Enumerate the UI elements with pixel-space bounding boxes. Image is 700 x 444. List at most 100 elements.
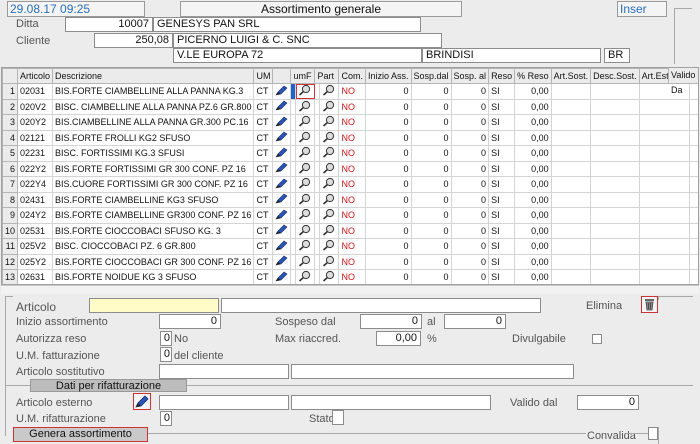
cell-sospdal[interactable]: 0 [410,83,452,100]
cell-artsost[interactable] [550,238,592,255]
cell-inizio[interactable]: 0 [364,222,412,239]
table-row[interactable]: 6 022Y2 BIS.FORTE FORTISSIMI GR 300 CONF. … [2,160,698,177]
cell-com[interactable]: NO [338,238,366,255]
pencil-icon[interactable] [275,240,288,253]
cell-edit[interactable] [272,207,292,224]
col-com[interactable]: Com. [338,68,366,84]
cell-artsost[interactable] [550,222,592,239]
cell-um[interactable]: CT [253,160,274,177]
cell-descest[interactable] [688,176,698,193]
cell-artest[interactable] [638,191,690,208]
cell-artest[interactable] [638,238,690,255]
cell-com[interactable]: NO [338,222,366,239]
cell-umf-lookup[interactable] [295,160,316,177]
cell-artest[interactable] [638,145,690,162]
cell-reso[interactable]: SI [488,145,516,162]
magnifier-icon[interactable] [298,131,312,145]
magnifier-icon[interactable] [322,147,336,160]
pencil-icon[interactable] [275,116,288,129]
cell-com[interactable]: NO [338,176,366,193]
magnifier-icon[interactable] [322,224,336,238]
maxriaccred-field[interactable]: 0,00 [376,331,421,346]
sospeso-dal-field[interactable]: 0 [360,314,422,329]
cell-um[interactable]: CT [253,269,274,284]
magnifier-icon[interactable] [322,85,336,98]
cell-reso[interactable]: SI [488,114,516,131]
cell-articolo[interactable]: 02121 [17,129,54,146]
cell-edit[interactable] [272,98,292,115]
cell-descest[interactable] [688,129,698,146]
table-row[interactable]: 7 022Y4 BIS.CUORE FORTISSIMI GR 300 CONF. … [2,176,698,193]
magnifier-icon[interactable] [322,240,336,253]
cell-reso[interactable]: SI [488,98,516,115]
cell-artsost[interactable] [550,176,592,193]
cell-descest[interactable] [688,253,698,270]
col-um[interactable]: UM [253,68,274,84]
cell-sospdal[interactable]: 0 [410,129,452,146]
cell-descest[interactable] [688,114,698,131]
magnifier-icon[interactable] [298,224,312,238]
col-validoda[interactable]: Valido Da [668,68,698,95]
esterno-desc-field[interactable] [291,395,491,410]
magnifier-icon[interactable] [322,193,336,207]
cell-inizio[interactable]: 0 [364,253,412,270]
magnifier-icon[interactable] [322,116,336,129]
cell-preso[interactable]: 0,00 [514,145,552,162]
table-row[interactable]: 3 020Y2 BIS.CIAMBELLINE ALLA PANNA GR.300 … [2,114,698,131]
valido-field[interactable]: 0 [577,395,639,410]
cell-part-lookup[interactable] [319,222,340,239]
divulgabile-checkbox[interactable] [592,334,602,344]
magnifier-icon[interactable] [322,271,336,284]
cell-sospal[interactable]: 0 [450,191,490,208]
magnifier-icon[interactable] [322,178,336,191]
cell-umf-lookup[interactable] [295,114,316,131]
cell-inizio[interactable]: 0 [364,238,412,255]
magnifier-icon[interactable] [322,131,336,145]
cell-umf-lookup[interactable] [295,98,316,115]
cell-um[interactable]: CT [253,238,274,255]
cell-edit[interactable] [272,222,292,239]
cell-sospdal[interactable]: 0 [410,238,452,255]
cell-artsost[interactable] [550,145,592,162]
cell-preso[interactable]: 0,00 [514,238,552,255]
col-umf[interactable]: umF [290,68,316,84]
cell-sospdal[interactable]: 0 [410,222,452,239]
cell-descsost[interactable] [590,207,640,224]
cell-descrizione[interactable]: BIS.FORTE CIAMBELLINE GR300 CONF. PZ 16 [52,207,255,224]
sostitutivo-input[interactable] [159,364,289,379]
cell-edit[interactable] [272,191,292,208]
um-fatt-field[interactable]: 0 [160,347,172,362]
cell-articolo[interactable]: 02631 [17,269,54,284]
cell-descrizione[interactable]: BIS.FORTE CIAMBELLINE ALLA PANNA KG.3 [52,83,255,100]
magnifier-icon[interactable] [322,162,336,176]
col-part[interactable]: Part [314,68,340,84]
cell-reso[interactable]: SI [488,269,516,284]
convalida-checkbox[interactable] [648,427,658,440]
cell-um[interactable]: CT [253,145,274,162]
cell-sospal[interactable]: 0 [450,269,490,284]
cell-sospal[interactable]: 0 [450,129,490,146]
pencil-icon[interactable] [275,178,288,191]
magnifier-icon[interactable] [298,100,312,114]
cell-articolo[interactable]: 022Y2 [17,160,54,177]
cell-artsost[interactable] [550,98,592,115]
table-row[interactable]: 9 024Y2 BIS.FORTE CIAMBELLINE GR300 CONF. … [2,207,698,224]
cell-inizio[interactable]: 0 [364,98,412,115]
cell-descrizione[interactable]: BIS.FORTE FROLLI KG2 SFUSO [52,129,255,146]
pencil-icon[interactable] [275,85,288,98]
cell-part-lookup[interactable] [319,83,340,100]
cell-umf-lookup[interactable] [295,269,316,284]
cell-reso[interactable]: SI [488,222,516,239]
cell-artsost[interactable] [550,160,592,177]
magnifier-icon[interactable] [298,116,312,129]
cell-sospdal[interactable]: 0 [410,114,452,131]
cell-preso[interactable]: 0,00 [514,269,552,284]
cell-sospdal[interactable]: 0 [410,253,452,270]
cell-descsost[interactable] [590,269,640,284]
cell-artest[interactable] [638,207,690,224]
magnifier-icon[interactable] [298,85,312,98]
cell-preso[interactable]: 0,00 [514,176,552,193]
cell-um[interactable]: CT [253,98,274,115]
cell-umf-lookup[interactable] [295,222,316,239]
ditta-code-field[interactable]: 10007 [65,17,153,32]
